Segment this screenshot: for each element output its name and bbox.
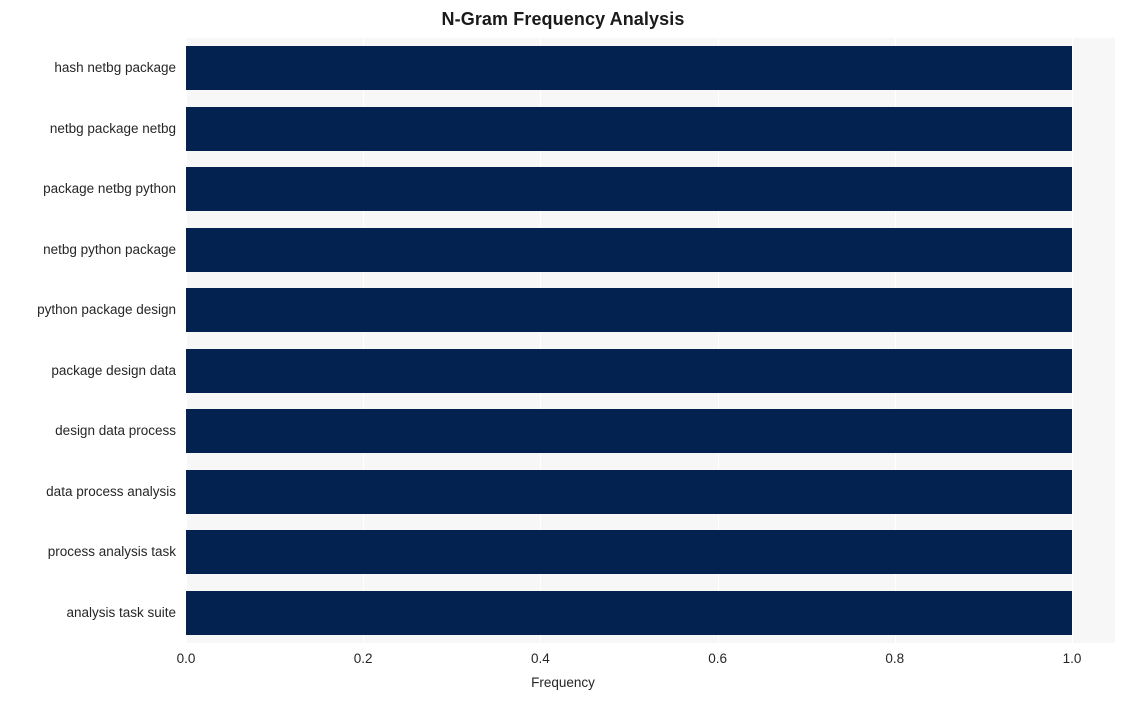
x-tick-label: 0.8 [885, 651, 905, 666]
x-tick-label: 0.0 [176, 651, 196, 666]
x-axis-tick-labels: 0.0 0.2 0.4 0.6 0.8 1.0 [0, 0, 1126, 701]
x-tick-label: 0.4 [531, 651, 550, 666]
x-tick-label: 0.2 [353, 651, 373, 666]
chart-figure: N-Gram Frequency Analysis hash netbg pac… [0, 0, 1126, 701]
x-tick-label: 0.6 [708, 651, 727, 666]
x-tick-label: 1.0 [1062, 651, 1082, 666]
x-axis-label: Frequency [531, 675, 595, 690]
